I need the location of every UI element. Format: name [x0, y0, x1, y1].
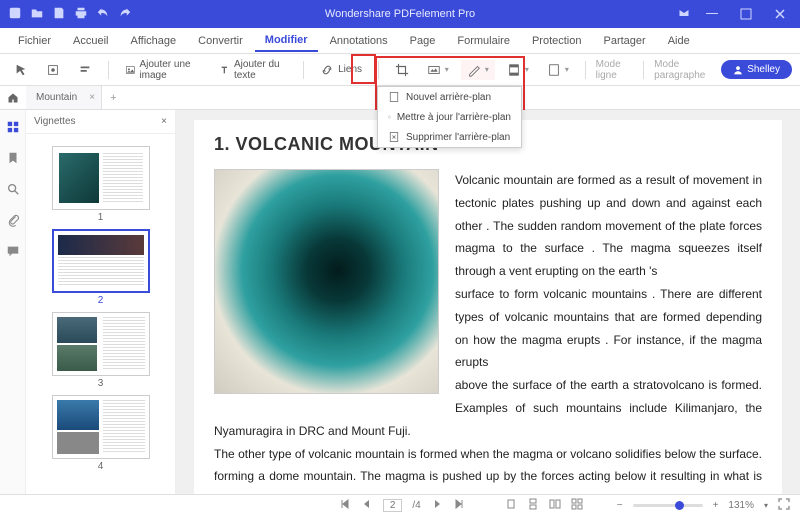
menu-formulaire[interactable]: Formulaire [447, 31, 520, 51]
menu-modifier[interactable]: Modifier [255, 30, 318, 52]
thumbnails-title: Vignettes [34, 116, 76, 127]
side-bookmark-icon[interactable] [6, 151, 20, 168]
tab-document[interactable]: Mountain× [26, 86, 102, 109]
print-icon[interactable] [74, 6, 88, 23]
menu-accueil[interactable]: Accueil [63, 31, 118, 51]
menu-protection[interactable]: Protection [522, 31, 592, 51]
view-facing-icon[interactable] [549, 498, 561, 513]
menu-aide[interactable]: Aide [658, 31, 700, 51]
edit-text-tool[interactable] [72, 60, 98, 80]
menu-page[interactable]: Page [400, 31, 446, 51]
user-pill[interactable]: Shelley [721, 60, 792, 79]
view-single-icon[interactable] [505, 498, 517, 513]
side-attachment-icon[interactable] [6, 213, 20, 230]
mode-paragraph[interactable]: Mode paragraphe [654, 59, 715, 81]
background-dropdown: Nouvel arrière-plan Mettre à jour l'arri… [377, 86, 522, 148]
mode-line[interactable]: Mode ligne [596, 59, 634, 81]
thumb-page-4[interactable]: 4 [26, 395, 175, 472]
thumbnails-close[interactable]: × [161, 116, 167, 127]
page-next-icon[interactable] [431, 498, 443, 513]
undo-icon[interactable] [96, 6, 110, 23]
side-search-icon[interactable] [6, 182, 20, 199]
menu-convertir[interactable]: Convertir [188, 31, 253, 51]
menu-fichier[interactable]: Fichier [8, 31, 61, 51]
menu-partager[interactable]: Partager [593, 31, 655, 51]
dropdown-new-bg[interactable]: Nouvel arrière-plan [378, 87, 521, 107]
fullscreen-icon[interactable] [778, 498, 790, 513]
open-icon[interactable] [30, 6, 44, 23]
menu-affichage[interactable]: Affichage [120, 31, 186, 51]
side-thumbnails-icon[interactable] [6, 120, 20, 137]
document-view[interactable]: 1. VOLCANIC MOUNTAIN Volcanic mountain a… [176, 110, 800, 494]
close-button[interactable] [768, 4, 792, 24]
background-tool[interactable]: ▾ [461, 60, 495, 80]
thumb-page-1[interactable]: 1 [26, 146, 175, 223]
body-paragraph-2: The other type of volcanic mountain is f… [214, 443, 762, 494]
page-current[interactable]: 2 [383, 499, 403, 512]
redo-icon[interactable] [118, 6, 132, 23]
document-image [214, 169, 439, 394]
page-first-icon[interactable] [339, 498, 351, 513]
app-logo-icon [8, 6, 22, 23]
select-tool[interactable] [8, 60, 34, 80]
save-icon[interactable] [52, 6, 66, 23]
dropdown-remove-bg[interactable]: Supprimer l'arrière-plan [378, 127, 521, 147]
thumb-page-2[interactable]: 2 [26, 229, 175, 306]
app-title: Wondershare PDFelement Pro [325, 8, 475, 20]
side-comment-icon[interactable] [6, 244, 20, 261]
view-continuous-icon[interactable] [527, 498, 539, 513]
menubar: Fichier Accueil Affichage Convertir Modi… [0, 28, 800, 54]
page-last-icon[interactable] [453, 498, 465, 513]
zoom-in-icon[interactable]: + [713, 500, 719, 511]
watermark-tool[interactable]: ▾ [421, 60, 455, 80]
edit-object-tool[interactable] [40, 60, 66, 80]
add-text-button[interactable]: Ajouter du texte [213, 56, 293, 84]
links-button[interactable]: Liens [314, 60, 368, 80]
page-prev-icon[interactable] [361, 498, 373, 513]
tab-add[interactable]: + [102, 92, 124, 104]
zoom-out-icon[interactable]: − [617, 500, 623, 511]
page-total: /4 [412, 500, 420, 511]
maximize-button[interactable] [734, 4, 758, 24]
dropdown-update-bg[interactable]: Mettre à jour l'arrière-plan [378, 107, 521, 127]
zoom-value: 131% [728, 500, 754, 511]
thumb-page-3[interactable]: 3 [26, 312, 175, 389]
view-facing-cont-icon[interactable] [571, 498, 583, 513]
toolbar: Ajouter une image Ajouter du texte Liens… [0, 54, 800, 86]
zoom-dropdown-icon[interactable]: ▾ [764, 501, 768, 510]
add-image-button[interactable]: Ajouter une image [119, 56, 208, 84]
zoom-slider[interactable] [633, 504, 703, 507]
mail-icon[interactable] [678, 7, 690, 22]
tab-home[interactable] [0, 92, 26, 104]
crop-tool[interactable] [389, 60, 415, 80]
menu-annotations[interactable]: Annotations [320, 31, 398, 51]
header-footer-tool[interactable]: ▾ [501, 60, 535, 80]
minimize-button[interactable] [700, 4, 724, 24]
tab-close[interactable]: × [89, 92, 95, 103]
bates-tool[interactable]: ▾ [541, 60, 575, 80]
